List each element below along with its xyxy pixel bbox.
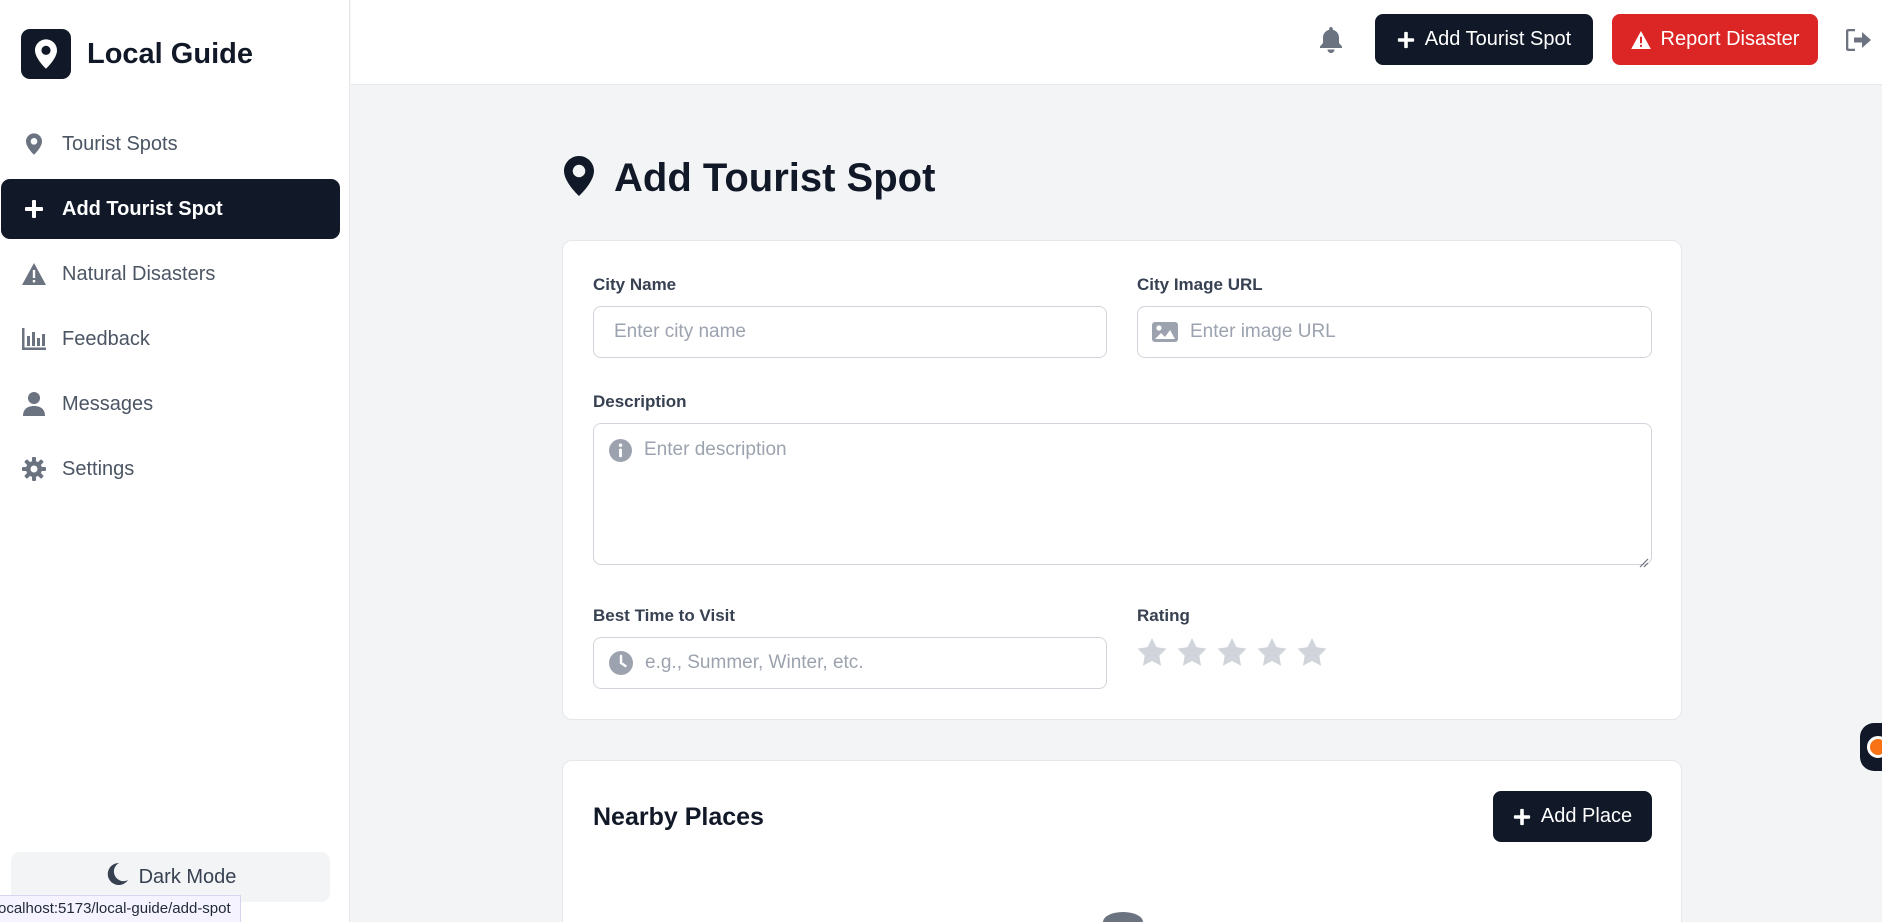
add-place-label: Add Place bbox=[1540, 805, 1633, 827]
sidebar-item-label: Settings bbox=[62, 457, 135, 480]
best-time-placeholder: e.g., Summer, Winter, etc. bbox=[645, 652, 864, 673]
plus-icon bbox=[1397, 31, 1415, 49]
add-tourist-spot-label: Add Tourist Spot bbox=[1424, 28, 1572, 50]
brand-name: Local Guide bbox=[87, 37, 253, 70]
plus-icon bbox=[21, 196, 47, 222]
description-textarea[interactable]: Enter description bbox=[593, 423, 1652, 568]
star-icon[interactable] bbox=[1257, 637, 1287, 667]
city-name-input[interactable]: Enter city name bbox=[593, 306, 1107, 358]
info-icon bbox=[609, 439, 632, 462]
floating-widget-icon[interactable] bbox=[1860, 723, 1882, 771]
rating-label: Rating bbox=[1137, 606, 1190, 625]
resize-handle-icon[interactable] bbox=[1639, 552, 1649, 568]
best-time-input[interactable]: e.g., Summer, Winter, etc. bbox=[593, 637, 1107, 689]
sidebar-nav: Tourist Spots Add Tourist Spot Natural D… bbox=[0, 114, 350, 504]
map-pin-icon bbox=[21, 131, 47, 157]
description-placeholder: Enter description bbox=[644, 439, 787, 460]
sidebar-item-add-tourist-spot[interactable]: Add Tourist Spot bbox=[1, 179, 340, 239]
map-pin-icon bbox=[564, 156, 594, 201]
best-time-label: Best Time to Visit bbox=[593, 606, 736, 625]
status-bar-url: ocalhost:5173/local-guide/add-spot bbox=[0, 895, 241, 922]
star-icon[interactable] bbox=[1177, 637, 1207, 667]
city-image-url-placeholder: Enter image URL bbox=[1190, 321, 1336, 342]
add-tourist-spot-button[interactable]: Add Tourist Spot bbox=[1375, 14, 1593, 65]
rating-stars bbox=[1137, 637, 1337, 667]
bell-icon[interactable] bbox=[1316, 25, 1346, 55]
gear-icon bbox=[21, 456, 47, 482]
user-icon bbox=[21, 391, 47, 417]
sidebar-item-label: Add Tourist Spot bbox=[62, 197, 223, 220]
dark-mode-label: Dark Mode bbox=[138, 865, 237, 888]
city-name-placeholder: Enter city name bbox=[614, 321, 746, 342]
sidebar: Local Guide Tourist Spots Add Tourist Sp… bbox=[0, 0, 350, 922]
moon-icon bbox=[105, 862, 129, 892]
brand-logo-icon bbox=[21, 29, 71, 79]
star-icon[interactable] bbox=[1297, 637, 1327, 667]
report-disaster-label: Report Disaster bbox=[1660, 28, 1800, 50]
sidebar-item-natural-disasters[interactable]: Natural Disasters bbox=[1, 244, 340, 304]
warning-icon bbox=[1630, 30, 1651, 49]
star-icon[interactable] bbox=[1137, 637, 1167, 667]
sidebar-item-label: Natural Disasters bbox=[62, 262, 216, 285]
description-label: Description bbox=[593, 392, 687, 411]
sidebar-item-feedback[interactable]: Feedback bbox=[1, 309, 340, 369]
plus-icon bbox=[1513, 808, 1531, 826]
spot-form-card: City Name Enter city name City Image URL… bbox=[562, 240, 1682, 720]
status-url-text: ocalhost:5173/local-guide/add-spot bbox=[0, 900, 231, 917]
brand[interactable]: Local Guide bbox=[21, 29, 253, 79]
sidebar-item-label: Tourist Spots bbox=[62, 132, 178, 155]
sidebar-item-label: Messages bbox=[62, 392, 154, 415]
city-image-url-label: City Image URL bbox=[1137, 275, 1263, 294]
image-icon bbox=[1152, 322, 1178, 342]
page-title: Add Tourist Spot bbox=[614, 156, 936, 200]
page-header: Add Tourist Spot bbox=[564, 156, 935, 201]
report-disaster-button[interactable]: Report Disaster bbox=[1612, 14, 1818, 65]
nearby-places-title: Nearby Places bbox=[593, 803, 764, 831]
bar-chart-icon bbox=[21, 326, 47, 352]
topbar: Add Tourist Spot Report Disaster bbox=[351, 0, 1882, 85]
warning-icon bbox=[21, 261, 47, 287]
sidebar-item-settings[interactable]: Settings bbox=[1, 439, 340, 499]
star-icon[interactable] bbox=[1217, 637, 1247, 667]
nearby-places-card: Nearby Places Add Place bbox=[562, 760, 1682, 922]
clock-icon bbox=[609, 651, 633, 675]
sidebar-item-label: Feedback bbox=[62, 327, 150, 350]
add-place-button[interactable]: Add Place bbox=[1493, 791, 1652, 842]
city-image-url-input[interactable]: Enter image URL bbox=[1137, 306, 1652, 358]
city-name-label: City Name bbox=[593, 275, 677, 294]
sidebar-item-messages[interactable]: Messages bbox=[1, 374, 340, 434]
logout-icon[interactable] bbox=[1844, 25, 1874, 55]
sidebar-item-tourist-spots[interactable]: Tourist Spots bbox=[1, 114, 340, 174]
